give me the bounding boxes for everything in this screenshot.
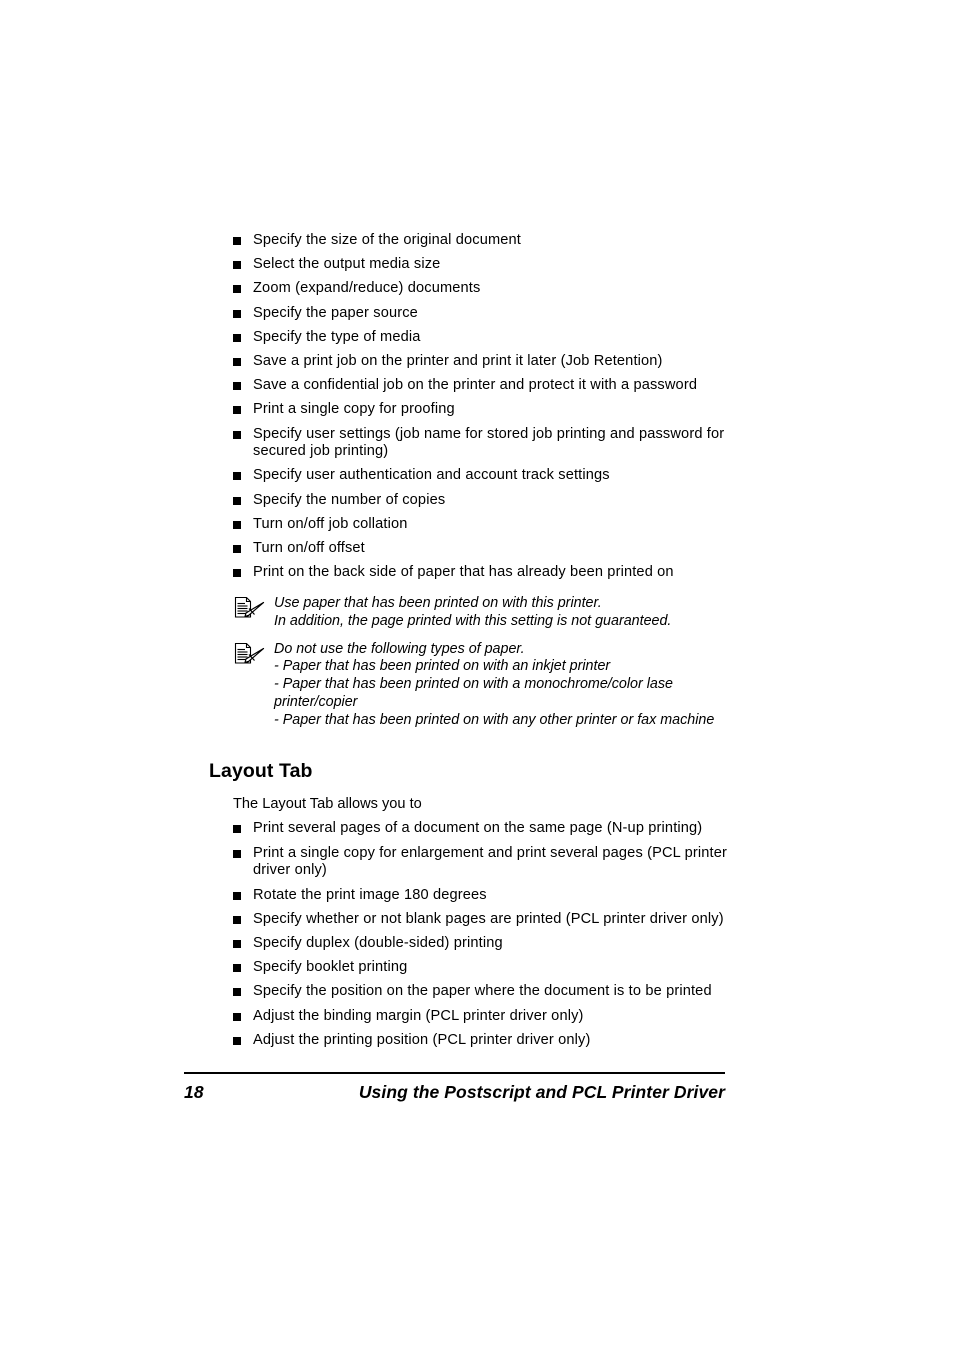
list-item-label: Specify booklet printing (253, 959, 408, 976)
list-item-label: Print several pages of a document on the… (253, 820, 703, 837)
square-bullet-icon (233, 891, 241, 900)
square-bullet-icon (233, 382, 241, 391)
list-item-label: Save a print job on the printer and prin… (253, 352, 663, 369)
note-pencil-icon (232, 642, 266, 666)
page-footer: 18 Using the Postscript and PCL Printer … (184, 1072, 725, 1103)
list-item: Specify the size of the original documen… (209, 232, 739, 250)
list-item-label: Turn on/off offset (253, 540, 365, 557)
list-item-label: Save a confidential job on the printer a… (253, 377, 698, 394)
square-bullet-icon (233, 569, 241, 578)
list-item: Print on the back side of paper that has… (209, 564, 739, 582)
page-number: 18 (184, 1082, 204, 1102)
list-item-label: Specify user settings (job name for stor… (253, 425, 725, 460)
list-item: Specify the type of media (209, 329, 739, 347)
note-block: Use paper that has been printed on with … (209, 595, 739, 631)
list-item: Print a single copy for proofing (209, 401, 739, 419)
square-bullet-icon (233, 1012, 241, 1021)
document-page: Specify the size of the original documen… (0, 0, 954, 1350)
list-item: Specify the paper source (209, 305, 739, 323)
list-item-label: Zoom (expand/reduce) documents (253, 280, 481, 297)
list-item: Specify the position on the paper where … (209, 983, 739, 1001)
list-item-label: Specify user authentication and account … (253, 467, 610, 484)
list-item-label: Print on the back side of paper that has… (253, 564, 674, 581)
section-intro-text: The Layout Tab allows you to (233, 795, 422, 812)
square-bullet-icon (233, 1036, 241, 1045)
list-item: Turn on/off offset (209, 540, 739, 558)
list-item: Specify booklet printing (209, 959, 739, 977)
note-line: - Paper that has been printed on with an… (274, 658, 611, 675)
list-item: Adjust the binding margin (PCL printer d… (209, 1008, 739, 1026)
list-item-label: Select the output media size (253, 256, 441, 273)
list-item: Specify whether or not blank pages are p… (209, 911, 739, 929)
list-item: Select the output media size (209, 256, 739, 274)
note-pencil-icon (232, 596, 266, 620)
list-item: Turn on/off job collation (209, 516, 739, 534)
square-bullet-icon (233, 472, 241, 481)
square-bullet-icon (233, 964, 241, 973)
square-bullet-icon (233, 849, 241, 858)
list-item-label: Specify whether or not blank pages are p… (253, 910, 724, 927)
square-bullet-icon (233, 309, 241, 318)
list-item: Specify user authentication and account … (209, 467, 739, 485)
note-line: Do not use the following types of paper. (274, 640, 525, 657)
footer-chapter-title: Using the Postscript and PCL Printer Dri… (358, 1082, 725, 1102)
square-bullet-icon (233, 915, 241, 924)
list-item: Print a single copy for enlargement and … (209, 845, 739, 881)
square-bullet-icon (233, 285, 241, 294)
list-item: Save a confidential job on the printer a… (209, 377, 739, 395)
note-line: Use paper that has been printed on with … (274, 595, 602, 612)
list-item-label: Print a single copy for enlargement and … (253, 844, 727, 879)
note-line: - Paper that has been printed on with a … (274, 676, 673, 693)
list-item: Specify the number of copies (209, 492, 739, 510)
square-bullet-icon (233, 496, 241, 505)
square-bullet-icon (233, 988, 241, 997)
list-item-label: Specify duplex (double-sided) printing (253, 934, 503, 951)
list-item: Rotate the print image 180 degrees (209, 887, 739, 905)
list-item-label: Specify the number of copies (253, 491, 446, 508)
square-bullet-icon (233, 357, 241, 366)
list-item-label: Print a single copy for proofing (253, 401, 455, 418)
square-bullet-icon (233, 545, 241, 554)
note-line: In addition, the page printed with this … (274, 612, 672, 629)
page-content: Specify the size of the original documen… (209, 232, 739, 1050)
footer-row: 18 Using the Postscript and PCL Printer … (184, 1074, 725, 1103)
list-item-label: Adjust the printing position (PCL printe… (253, 1031, 591, 1048)
list-item: Specify user settings (job name for stor… (209, 426, 739, 462)
square-bullet-icon (233, 333, 241, 342)
layout-tab-features-list: Print several pages of a document on the… (209, 820, 739, 1049)
list-item-label: Turn on/off job collation (253, 515, 408, 532)
list-item: Adjust the printing position (PCL printe… (209, 1032, 739, 1050)
square-bullet-icon (233, 430, 241, 439)
page-title: Layout Tab (209, 759, 313, 782)
note-line: printer/copier (274, 694, 358, 711)
list-item-label: Specify the paper source (253, 304, 418, 321)
square-bullet-icon (233, 406, 241, 415)
list-item: Specify duplex (double-sided) printing (209, 935, 739, 953)
list-item-label: Rotate the print image 180 degrees (253, 886, 487, 903)
list-item-label: Adjust the binding margin (PCL printer d… (253, 1007, 584, 1024)
note-block: Do not use the following types of paper.… (209, 641, 739, 730)
list-item-label: Specify the size of the original documen… (253, 232, 522, 248)
list-item-label: Specify the type of media (253, 328, 421, 345)
square-bullet-icon (233, 261, 241, 270)
driver-features-list: Specify the size of the original documen… (209, 232, 739, 582)
note-line: - Paper that has been printed on with an… (274, 711, 715, 728)
list-item: Zoom (expand/reduce) documents (209, 280, 739, 298)
list-item-label: Specify the position on the paper where … (253, 983, 712, 1000)
square-bullet-icon (233, 237, 241, 245)
square-bullet-icon (233, 939, 241, 948)
list-item: Save a print job on the printer and prin… (209, 353, 739, 371)
list-item: Print several pages of a document on the… (209, 820, 739, 838)
square-bullet-icon (233, 825, 241, 834)
square-bullet-icon (233, 520, 241, 529)
